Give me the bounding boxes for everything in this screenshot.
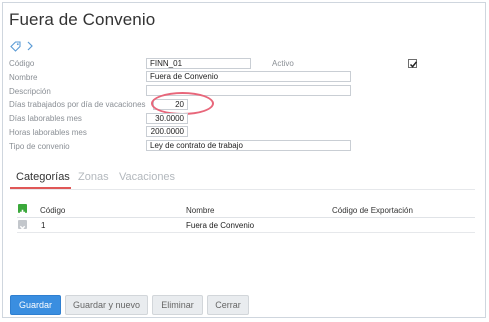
chevron-right-icon[interactable]: [27, 41, 33, 51]
eliminar-button[interactable]: Eliminar: [152, 295, 203, 315]
tab-divider: [10, 189, 475, 190]
tipo-convenio-label: Tipo de convenio: [9, 142, 70, 151]
tab-vacaciones[interactable]: Vacaciones: [119, 171, 175, 183]
grid-header: Código Nombre Código de Exportación: [17, 205, 475, 217]
grid-bottom-divider: [17, 232, 475, 233]
checkmark-icon: [409, 61, 418, 68]
tab-zonas[interactable]: Zonas: [78, 171, 109, 183]
cell-nombre: Fuera de Convenio: [186, 221, 255, 230]
horas-laborables-label: Horas laborables mes: [9, 128, 87, 137]
horas-laborables-input[interactable]: 200.0000: [146, 126, 188, 137]
column-header-codigo[interactable]: Código: [40, 206, 65, 215]
descripcion-label: Descripción: [9, 87, 51, 96]
window-frame: [2, 2, 486, 318]
column-header-nombre[interactable]: Nombre: [186, 206, 214, 215]
guardar-y-nuevo-button[interactable]: Guardar y nuevo: [65, 295, 148, 315]
dias-laborables-label: Días laborables mes: [9, 114, 82, 123]
codigo-input[interactable]: FINN_01: [146, 58, 251, 69]
dias-laborables-input[interactable]: 30.0000: [146, 113, 188, 124]
tab-categorias[interactable]: Categorías: [16, 171, 70, 183]
nombre-input[interactable]: Fuera de Convenio: [146, 71, 351, 82]
page-title: Fuera de Convenio: [9, 10, 156, 29]
cerrar-button[interactable]: Cerrar: [207, 295, 249, 315]
grid-header-divider: [17, 217, 475, 218]
nombre-label: Nombre: [9, 73, 38, 82]
dias-vacaciones-input[interactable]: 20: [153, 99, 188, 110]
cell-codigo: 1: [41, 221, 46, 230]
tag-toolbar: [10, 39, 33, 53]
dias-vacaciones-label: Días trabajados por día de vacaciones: [9, 100, 146, 109]
tipo-convenio-select[interactable]: Ley de contrato de trabajo: [146, 140, 351, 151]
activo-checkbox[interactable]: [408, 59, 418, 68]
tag-icon[interactable]: [10, 40, 21, 52]
activo-label: Activo: [272, 59, 294, 68]
column-header-exportacion[interactable]: Código de Exportación: [332, 206, 413, 215]
delete-row-button[interactable]: [18, 220, 27, 232]
descripcion-input[interactable]: [146, 85, 351, 96]
table-row[interactable]: 1 Fuera de Convenio: [17, 219, 475, 232]
codigo-label: Código: [9, 59, 35, 68]
guardar-button[interactable]: Guardar: [10, 295, 61, 315]
